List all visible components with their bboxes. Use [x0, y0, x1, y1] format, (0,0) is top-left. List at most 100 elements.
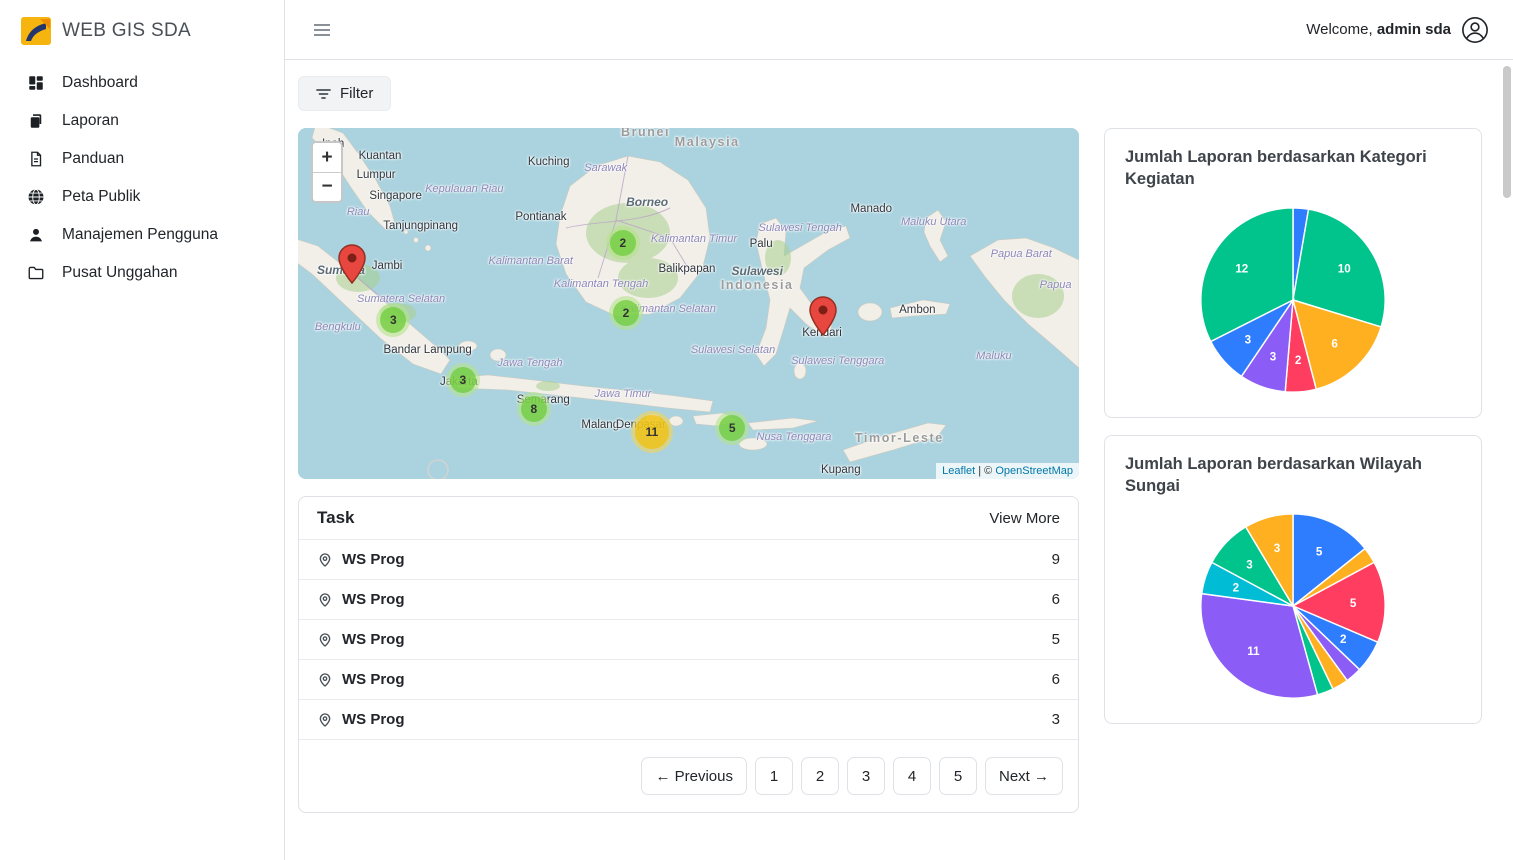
map-pin-marker[interactable] — [809, 296, 837, 341]
scrollbar-thumb[interactable] — [1503, 66, 1511, 198]
sidebar-item-label: Peta Publik — [62, 188, 140, 206]
task-row-title: WS Prog — [342, 591, 414, 608]
map-label-sulawesi-selatan: Sulawesi Selatan — [691, 344, 775, 356]
sidebar-item-label: Pusat Unggahan — [62, 264, 177, 282]
pagination-next-button[interactable]: Next → — [985, 757, 1063, 795]
brand[interactable]: WEB GIS SDA — [0, 0, 284, 58]
pie-slice-label: 2 — [1295, 353, 1301, 366]
map-label-kalimantan-timur: Kalimantan Timur — [651, 233, 737, 245]
location-pin-icon — [317, 552, 333, 568]
map-label-bengkulu: Bengkulu — [315, 321, 361, 333]
task-card-header: Task View More — [299, 497, 1078, 540]
map-cluster-marker[interactable]: 3 — [446, 363, 480, 397]
task-row[interactable]: WS Prog 6 — [299, 580, 1078, 620]
map-cluster-marker[interactable]: 2 — [606, 226, 640, 260]
map-label-brunei: Brunei — [621, 128, 670, 139]
public-map-globe-icon — [26, 187, 46, 207]
cluster-inner: 3 — [380, 307, 406, 333]
map-label-sarawak: Sarawak — [584, 162, 627, 174]
cluster-inner: 2 — [610, 230, 636, 256]
sidebar-item-label: Manajemen Pengguna — [62, 226, 218, 244]
pie-slice-label: 3 — [1274, 542, 1281, 555]
map-label-timor-leste: Timor-Leste — [855, 431, 944, 445]
sidebar-item-laporan[interactable]: Laporan — [0, 102, 284, 140]
dashboard-columns: IpohKuantanLumpurSingaporeTanjungpinangK… — [298, 128, 1513, 813]
location-pin-icon — [317, 672, 333, 688]
zoom-in-button[interactable]: + — [313, 143, 341, 172]
pagination-page-5[interactable]: 5 — [939, 757, 977, 795]
pie-chart-wrap: 55211233 — [1125, 497, 1461, 709]
map-cluster-marker[interactable]: 5 — [715, 411, 749, 445]
sidebar-item-pusat-unggahan[interactable]: Pusat Unggahan — [0, 254, 284, 292]
pie-slice-label: 3 — [1245, 333, 1252, 346]
chart-title-wilayah: Jumlah Laporan berdasarkan Wilayah Sunga… — [1125, 453, 1461, 498]
filter-button[interactable]: Filter — [298, 76, 391, 111]
task-rows: WS Prog9WS Prog6WS Prog5WS Prog6WS Prog3 — [299, 540, 1078, 740]
task-row-value: 6 — [1052, 591, 1060, 608]
topbar-right: Welcome, admin sda — [1306, 16, 1489, 44]
map-label-tanjungpinang: Tanjungpinang — [383, 220, 458, 232]
view-more-link[interactable]: View More — [989, 510, 1060, 527]
map-label-kuantan: Kuantan — [359, 150, 402, 162]
welcome-text: Welcome, admin sda — [1306, 21, 1451, 38]
map-label-nusa-tenggara: Nusa Tenggara — [757, 431, 832, 443]
map[interactable]: IpohKuantanLumpurSingaporeTanjungpinangK… — [298, 128, 1079, 479]
cluster-count: 2 — [623, 306, 630, 320]
zoom-out-button[interactable]: − — [313, 172, 341, 201]
map-label-singapore: Singapore — [369, 190, 421, 202]
pagination-page-2[interactable]: 2 — [801, 757, 839, 795]
map-label-palu: Palu — [750, 238, 773, 250]
map-overlay: IpohKuantanLumpurSingaporeTanjungpinangK… — [298, 128, 1079, 479]
task-row-title: WS Prog — [342, 631, 414, 648]
map-label-jambi: Jambi — [372, 260, 403, 272]
sidebar: WEB GIS SDA Dashboard Laporan Panduan Peta … — [0, 0, 285, 860]
map-label-balikpapan: Balikpapan — [658, 263, 715, 275]
map-attribution[interactable]: Leaflet | © OpenStreetMap — [936, 463, 1079, 479]
map-label-malang: Malang — [581, 419, 619, 431]
sidebar-item-label: Dashboard — [62, 74, 138, 92]
map-label-indonesia: Indonesia — [721, 278, 794, 292]
sidebar-item-peta-publik[interactable]: Peta Publik — [0, 178, 284, 216]
sidebar-item-panduan[interactable]: Panduan — [0, 140, 284, 178]
task-row[interactable]: WS Prog9 — [299, 540, 1078, 580]
pie-chart-kategori: 10623312 — [1196, 203, 1390, 397]
map-cluster-marker[interactable]: 11 — [631, 411, 673, 453]
topbar: Welcome, admin sda — [285, 0, 1513, 60]
sidebar-item-manajemen-pengguna[interactable]: Manajemen Pengguna — [0, 216, 284, 254]
cluster-count: 11 — [645, 425, 658, 439]
map-label-jawa-timur: Jawa Timur — [595, 388, 652, 400]
leaflet-link[interactable]: Leaflet — [942, 465, 975, 477]
task-row[interactable]: WS Prog6 — [299, 660, 1078, 700]
pagination: ← Previous12345Next → — [299, 740, 1078, 812]
pie-slice-label: 10 — [1338, 262, 1351, 275]
pie-slice-label: 5 — [1316, 546, 1323, 559]
map-label-kuching: Kuching — [528, 156, 570, 168]
reports-icon — [26, 111, 46, 131]
map-label-sulawesi: Sulawesi — [732, 264, 783, 278]
menu-toggle-icon[interactable] — [313, 23, 331, 37]
sidebar-item-dashboard[interactable]: Dashboard — [0, 64, 284, 102]
map-pin-marker[interactable] — [338, 244, 366, 289]
cluster-count: 5 — [729, 421, 736, 435]
username: admin sda — [1377, 21, 1451, 38]
app-window: WEB GIS SDA Dashboard Laporan Panduan Peta … — [0, 0, 1513, 860]
map-label-pontianak: Pontianak — [515, 211, 566, 223]
right-column: Jumlah Laporan berdasarkan Kategori Kegi… — [1104, 128, 1482, 724]
map-zoom-control: + − — [311, 141, 343, 203]
user-avatar-icon[interactable] — [1461, 16, 1489, 44]
map-cluster-marker[interactable]: 2 — [609, 296, 643, 330]
pagination-page-4[interactable]: 4 — [893, 757, 931, 795]
pagination-page-3[interactable]: 3 — [847, 757, 885, 795]
dashboard-icon — [26, 73, 46, 93]
map-cluster-marker[interactable]: 8 — [517, 392, 551, 426]
map-label-borneo: Borneo — [626, 195, 668, 209]
task-row[interactable]: WS Prog3 — [299, 700, 1078, 740]
sidebar-item-label: Panduan — [62, 150, 124, 168]
map-cluster-marker[interactable]: 3 — [376, 303, 410, 337]
map-label-lumpur: Lumpur — [357, 169, 396, 181]
pagination-previous-button[interactable]: ← Previous — [641, 757, 747, 795]
pagination-page-1[interactable]: 1 — [755, 757, 793, 795]
openstreetmap-link[interactable]: OpenStreetMap — [995, 465, 1073, 477]
main-area: Welcome, admin sda Filter — [285, 0, 1513, 860]
task-row[interactable]: WS Prog5 — [299, 620, 1078, 660]
